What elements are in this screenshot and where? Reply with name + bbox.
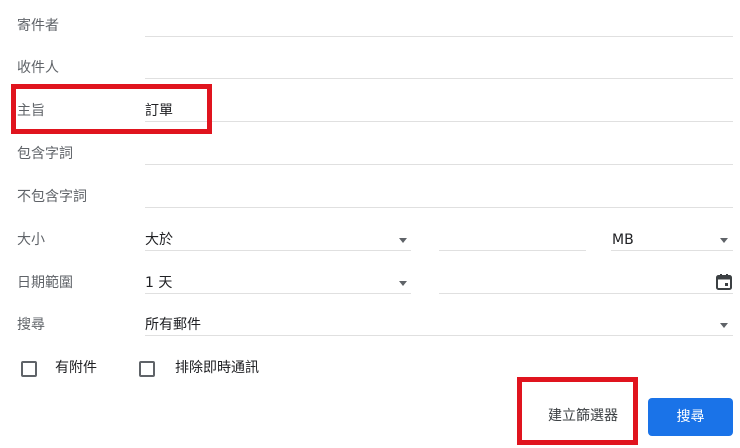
date-label: 日期範圍 (17, 275, 73, 291)
date-input[interactable] (439, 267, 733, 294)
has-words-input[interactable] (145, 138, 733, 165)
search-scope-label: 搜尋 (17, 317, 45, 333)
date-range-value: 1 天 (145, 275, 173, 291)
subject-highlight-box (11, 84, 212, 134)
calendar-icon[interactable] (715, 273, 733, 291)
size-label: 大小 (17, 232, 45, 248)
size-comparator-dropdown-icon (399, 238, 407, 243)
date-range-select[interactable] (145, 267, 411, 294)
has-attachment-checkbox[interactable] (21, 361, 37, 377)
size-unit-dropdown-icon (720, 238, 728, 243)
from-label: 寄件者 (17, 18, 59, 34)
from-input[interactable] (145, 10, 733, 37)
size-comparator-select[interactable] (145, 224, 411, 251)
to-input[interactable] (145, 52, 733, 79)
not-words-input[interactable] (145, 181, 733, 208)
not-words-label: 不包含字詞 (17, 189, 87, 205)
exclude-chats-label: 排除即時通訊 (175, 360, 259, 376)
create-filter-highlight-box (517, 377, 638, 445)
date-range-dropdown-icon (399, 281, 407, 286)
exclude-chats-checkbox[interactable] (139, 361, 155, 377)
size-comparator-value: 大於 (145, 232, 173, 248)
to-label: 收件人 (17, 60, 59, 76)
has-attachment-label: 有附件 (55, 360, 97, 376)
subject-input[interactable] (145, 95, 733, 122)
size-amount-input[interactable] (439, 224, 586, 251)
search-scope-dropdown-icon (720, 323, 728, 328)
search-scope-select[interactable] (145, 309, 733, 336)
has-words-label: 包含字詞 (17, 146, 73, 162)
search-button[interactable]: 搜尋 (648, 398, 733, 436)
search-scope-value: 所有郵件 (145, 317, 201, 333)
size-unit-value: MB (612, 232, 634, 248)
